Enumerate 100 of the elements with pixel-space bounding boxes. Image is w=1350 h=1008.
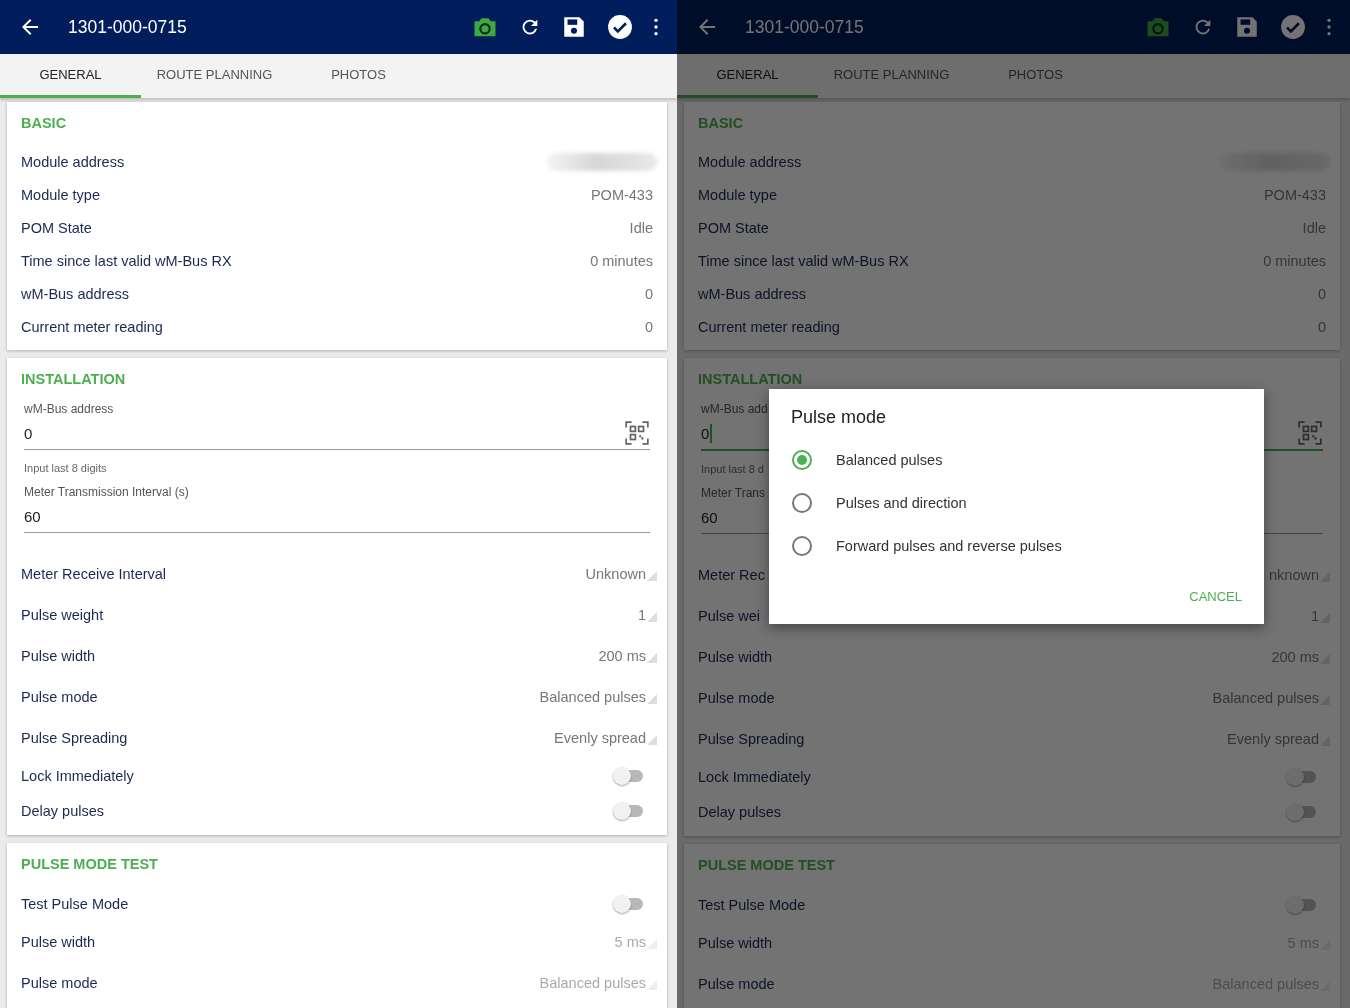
tab[interactable]: GENERAL bbox=[677, 54, 818, 98]
qr-scan-icon[interactable] bbox=[1297, 420, 1323, 446]
setting-label: wM-Bus address bbox=[698, 285, 806, 302]
section-title: PULSE MODE TEST bbox=[21, 855, 159, 874]
toggle-switch[interactable] bbox=[1288, 770, 1316, 783]
setting-label: Pulse weight bbox=[21, 606, 104, 623]
corner-triangle-icon bbox=[647, 693, 657, 704]
setting-label: Pulse mode bbox=[698, 689, 775, 706]
setting-label: Pulse mode bbox=[698, 975, 775, 992]
setting-label: Pulse width bbox=[698, 934, 773, 951]
check-circle-icon[interactable] bbox=[607, 14, 633, 40]
radio-button[interactable] bbox=[792, 449, 812, 470]
setting-label: Current meter reading bbox=[21, 318, 163, 335]
toggle-switch[interactable] bbox=[1288, 805, 1316, 818]
dialog-title: Pulse mode bbox=[790, 407, 888, 428]
setting-value: 0 minutes bbox=[1263, 252, 1326, 269]
text-cursor bbox=[710, 423, 712, 443]
dropdown-select[interactable]: 200 ms bbox=[598, 647, 653, 664]
check-circle-icon[interactable] bbox=[1280, 14, 1306, 40]
setting-label: Module address bbox=[698, 153, 802, 170]
input-field[interactable]: 60 bbox=[24, 500, 650, 533]
radio-button[interactable] bbox=[792, 535, 812, 556]
tab[interactable]: PHOTOS bbox=[965, 54, 1106, 98]
setting-label: Pulse width bbox=[21, 647, 96, 664]
setting-label: POM State bbox=[698, 219, 769, 236]
setting-label: Lock Immediately bbox=[698, 768, 811, 785]
setting-label: Pulse Spreading bbox=[21, 729, 128, 746]
field-label: wM-Bus add bbox=[701, 401, 768, 417]
section-title: INSTALLATION bbox=[698, 370, 804, 389]
record-title: 1301-000-0715 bbox=[68, 16, 187, 38]
corner-triangle-icon bbox=[647, 611, 657, 622]
dropdown-select[interactable]: Evenly spread bbox=[554, 729, 653, 746]
section-title: BASIC bbox=[698, 114, 745, 133]
setting-value: 0 bbox=[1317, 318, 1326, 335]
setting-value: POM-433 bbox=[590, 186, 653, 203]
dropdown-select[interactable]: Unknown bbox=[585, 565, 653, 582]
setting-value: 0 bbox=[644, 285, 653, 302]
more-menu-icon[interactable] bbox=[653, 17, 659, 37]
input-field[interactable]: 0 bbox=[24, 417, 650, 450]
field-label: Meter Transmission Interval (s) bbox=[24, 484, 189, 500]
corner-triangle-icon bbox=[647, 570, 657, 581]
radio-option[interactable]: Pulses and direction bbox=[769, 481, 1264, 524]
tab[interactable]: GENERAL bbox=[0, 54, 141, 98]
setting-value: 0 bbox=[1317, 285, 1326, 302]
setting-label: Time since last valid wM-Bus RX bbox=[698, 252, 909, 269]
dropdown-select[interactable]: Evenly spread bbox=[1227, 730, 1326, 747]
setting-label: Module address bbox=[21, 153, 125, 170]
helper-text: Input last 8 digits bbox=[24, 462, 107, 474]
save-icon[interactable] bbox=[561, 14, 587, 40]
setting-label: Module type bbox=[21, 186, 100, 203]
setting-value: Idle bbox=[629, 219, 653, 236]
helper-text: Input last 8 d bbox=[701, 463, 764, 475]
setting-label: Module type bbox=[698, 186, 777, 203]
dropdown-select[interactable]: 1 bbox=[1310, 607, 1326, 624]
setting-label: Lock Immediately bbox=[21, 767, 134, 784]
tab[interactable]: ROUTE PLANNING bbox=[144, 54, 285, 98]
cancel-button[interactable]: CANCEL bbox=[1181, 581, 1250, 612]
section-title: BASIC bbox=[21, 114, 68, 133]
record-title: 1301-000-0715 bbox=[745, 16, 864, 38]
corner-triangle-icon bbox=[647, 734, 657, 745]
section-title: INSTALLATION bbox=[21, 370, 127, 389]
setting-label: wM-Bus address bbox=[21, 285, 129, 302]
setting-label: Pulse Spreading bbox=[698, 730, 805, 747]
setting-label: Delay pulses bbox=[698, 803, 781, 820]
toggle-switch[interactable] bbox=[1288, 898, 1316, 911]
field-label: Meter Trans bbox=[701, 485, 766, 501]
toggle-switch[interactable] bbox=[615, 804, 643, 817]
tab[interactable]: ROUTE PLANNING bbox=[821, 54, 962, 98]
qr-scan-icon[interactable] bbox=[624, 420, 650, 446]
setting-value: POM-433 bbox=[1263, 186, 1326, 203]
setting-label: Current meter reading bbox=[698, 318, 840, 335]
radio-option[interactable]: Forward pulses and reverse pulses bbox=[769, 524, 1264, 567]
dropdown-select[interactable]: Balanced pulses bbox=[539, 688, 653, 705]
dropdown-select[interactable]: 200 ms bbox=[1271, 648, 1326, 665]
setting-label: Pulse width bbox=[21, 933, 96, 950]
toggle-switch[interactable] bbox=[615, 769, 643, 782]
field-label: wM-Bus address bbox=[24, 401, 114, 417]
setting-label: Delay pulses bbox=[21, 802, 104, 819]
setting-label: Pulse mode bbox=[21, 974, 98, 991]
section-title: PULSE MODE TEST bbox=[698, 856, 836, 875]
setting-label: Pulse mode bbox=[21, 688, 98, 705]
setting-label: Test Pulse Mode bbox=[698, 896, 806, 913]
corner-triangle-icon bbox=[647, 652, 657, 663]
radio-option[interactable]: Balanced pulses bbox=[769, 438, 1264, 481]
setting-value: 0 minutes bbox=[590, 252, 653, 269]
radio-button[interactable] bbox=[792, 492, 812, 513]
setting-label: Meter Rec bbox=[698, 566, 765, 583]
setting-label: Time since last valid wM-Bus RX bbox=[21, 252, 232, 269]
setting-label: Pulse wei bbox=[698, 607, 761, 624]
setting-label: Pulse width bbox=[698, 648, 773, 665]
dropdown-select[interactable]: Balanced pulses bbox=[1212, 689, 1326, 706]
setting-label: Meter Receive Interval bbox=[21, 565, 167, 582]
setting-label: Test Pulse Mode bbox=[21, 895, 129, 912]
dropdown-select[interactable]: nknown bbox=[1269, 566, 1326, 583]
dropdown-select[interactable]: 1 bbox=[637, 606, 653, 623]
tab[interactable]: PHOTOS bbox=[288, 54, 429, 98]
toggle-switch[interactable] bbox=[615, 897, 643, 910]
setting-label: POM State bbox=[21, 219, 92, 236]
setting-value: Idle bbox=[1302, 219, 1326, 236]
setting-value: 0 bbox=[644, 318, 653, 335]
